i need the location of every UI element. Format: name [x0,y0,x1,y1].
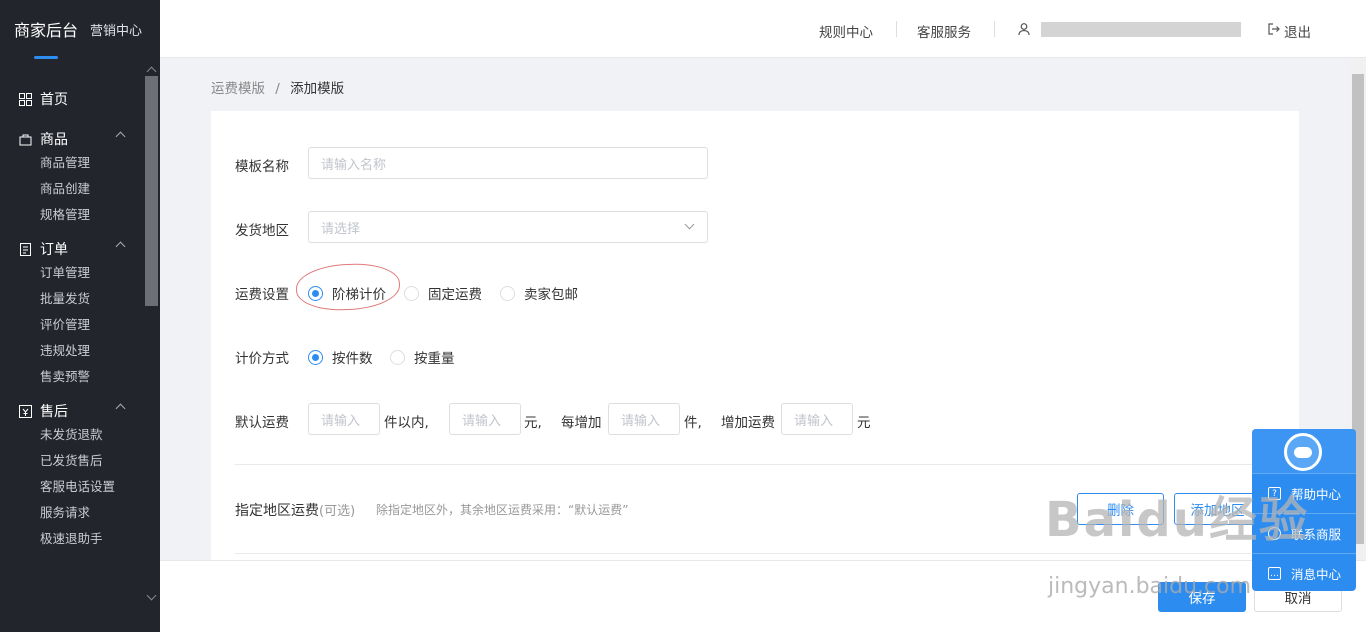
radio-unchecked-icon [500,285,515,301]
fee-option-free[interactable]: 卖家包邮 [500,283,578,303]
add-fee-input[interactable]: 请输入 [781,403,853,435]
sidebar-item-sales-alert[interactable]: 售卖预警 [0,364,144,390]
user-name-redacted [1041,22,1241,37]
breadcrumb: 运费模版 / 添加模版 [211,77,344,97]
input-placeholder: 请输入 [321,413,361,429]
header-divider [994,21,995,37]
sidebar-item-review-manage[interactable]: 评价管理 [0,312,144,338]
brand: 商家后台 营销中心 [0,0,160,59]
fee-option-label: 卖家包邮 [524,287,578,303]
sidebar-item-fast-refund[interactable]: 极速退助手 [0,526,144,552]
input-placeholder: 请输入 [621,413,661,429]
optional-text: (可选) [319,504,356,519]
pricing-option-label: 按件数 [332,351,373,367]
pricing-option-label: 按重量 [414,351,455,367]
add-pieces-input[interactable]: 请输入 [608,403,680,435]
first-pieces-input[interactable]: 请输入 [308,403,380,435]
add-fee-text: 增加运费 [721,415,775,431]
sidebar-item-aftersale-shipped[interactable]: 已发货售后 [0,448,144,474]
top-header: 规则中心 客服服务 退出 [160,0,1366,58]
chevron-up-icon [115,241,126,252]
breadcrumb-separator: / [275,81,280,97]
chevron-down-icon [684,219,695,230]
sidebar-item-service-request[interactable]: 服务请求 [0,500,144,526]
brand-title[interactable]: 商家后台 [14,17,78,41]
bag-icon [18,132,32,146]
region-fee-hint: 除指定地区外，其余地区运费采用：“默认运费” [376,503,629,517]
receipt-icon [18,404,32,418]
sidebar-group-label: 商品 [40,132,68,148]
ship-region-placeholder: 请选择 [321,221,361,237]
yuan-end-text: 元 [857,415,871,431]
sidebar-item-home[interactable]: 首页 [0,80,144,118]
logout-link[interactable]: 退出 [1284,21,1311,41]
fee-setting-label: 运费设置 [235,287,289,303]
sidebar-group-label: 订单 [40,242,68,258]
logout-icon[interactable] [1268,23,1280,39]
sidebar-item-violations[interactable]: 违规处理 [0,338,144,364]
piece-text: 件, [684,415,702,431]
breadcrumb-current: 添加模版 [290,81,345,97]
sidebar-group-goods[interactable]: 商品 [0,120,144,158]
brand-marketing-center[interactable]: 营销中心 [90,20,142,39]
help-panel-header [1252,429,1356,473]
sidebar: 商家后台 营销中心 首页 商品 商品管理 商品创建 规格管理 订单 订单管理 批… [0,0,160,632]
input-placeholder: 请输入 [462,413,502,429]
breadcrumb-parent[interactable]: 运费模版 [211,81,265,97]
grid-icon [18,92,32,106]
customer-service-link[interactable]: 客服服务 [917,21,971,41]
radio-checked-icon [308,349,323,365]
default-fee-label: 默认运费 [235,415,289,431]
pricing-option-by-piece[interactable]: 按件数 [308,347,373,367]
within-pieces-text: 件以内, [384,415,429,431]
template-name-input[interactable]: 请输入名称 [308,147,708,179]
robot-icon [1284,433,1322,471]
message-center-item[interactable]: … 消息中心 [1252,553,1356,591]
message-icon: … [1268,567,1281,580]
radio-unchecked-icon [390,349,405,365]
baidu-watermark-url: jingyan.baidu.com [1048,574,1252,599]
brand-active-indicator [34,56,58,59]
header-divider [896,21,897,37]
sidebar-item-cs-phone[interactable]: 客服电话设置 [0,474,144,500]
sidebar-menu: 首页 商品 商品管理 商品创建 规格管理 订单 订单管理 批量发货 评价管理 违… [0,80,144,552]
sidebar-item-spec-manage[interactable]: 规格管理 [0,202,144,228]
ship-region-label: 发货地区 [235,223,289,239]
radio-unchecked-icon [404,285,419,301]
form-divider [235,553,1299,554]
sidebar-scroll-thumb[interactable] [145,76,158,306]
sidebar-item-goods-create[interactable]: 商品创建 [0,176,144,202]
yuan-text: 元, [524,415,542,431]
ship-region-select[interactable]: 请选择 [308,211,708,243]
form-divider [235,464,1299,465]
template-name-label: 模板名称 [235,159,289,175]
fee-option-label: 固定运费 [428,287,482,303]
sidebar-group-label: 售后 [40,404,68,420]
sidebar-item-label: 首页 [40,92,68,108]
each-add-text: 每增加 [561,415,602,431]
sidebar-group-aftersale[interactable]: 售后 [0,392,144,430]
help-item-label: 消息中心 [1291,567,1342,582]
baidu-watermark-logo: Baidu经验 [1045,492,1309,548]
first-fee-input[interactable]: 请输入 [449,403,521,435]
chevron-up-icon [115,131,126,142]
document-icon [18,242,32,256]
pricing-option-by-weight[interactable]: 按重量 [390,347,455,367]
sidebar-item-batch-ship[interactable]: 批量发货 [0,286,144,312]
chevron-up-icon [115,403,126,414]
user-icon [1018,23,1030,39]
sidebar-group-orders[interactable]: 订单 [0,230,144,268]
region-fee-label: 指定地区运费 [235,503,319,519]
pricing-method-label: 计价方式 [235,351,289,367]
region-fee-title: 指定地区运费(可选) [235,500,355,520]
input-placeholder: 请输入 [794,413,834,429]
fee-option-fixed[interactable]: 固定运费 [404,283,482,303]
template-name-placeholder: 请输入名称 [321,157,387,173]
rules-center-link[interactable]: 规则中心 [819,21,873,41]
